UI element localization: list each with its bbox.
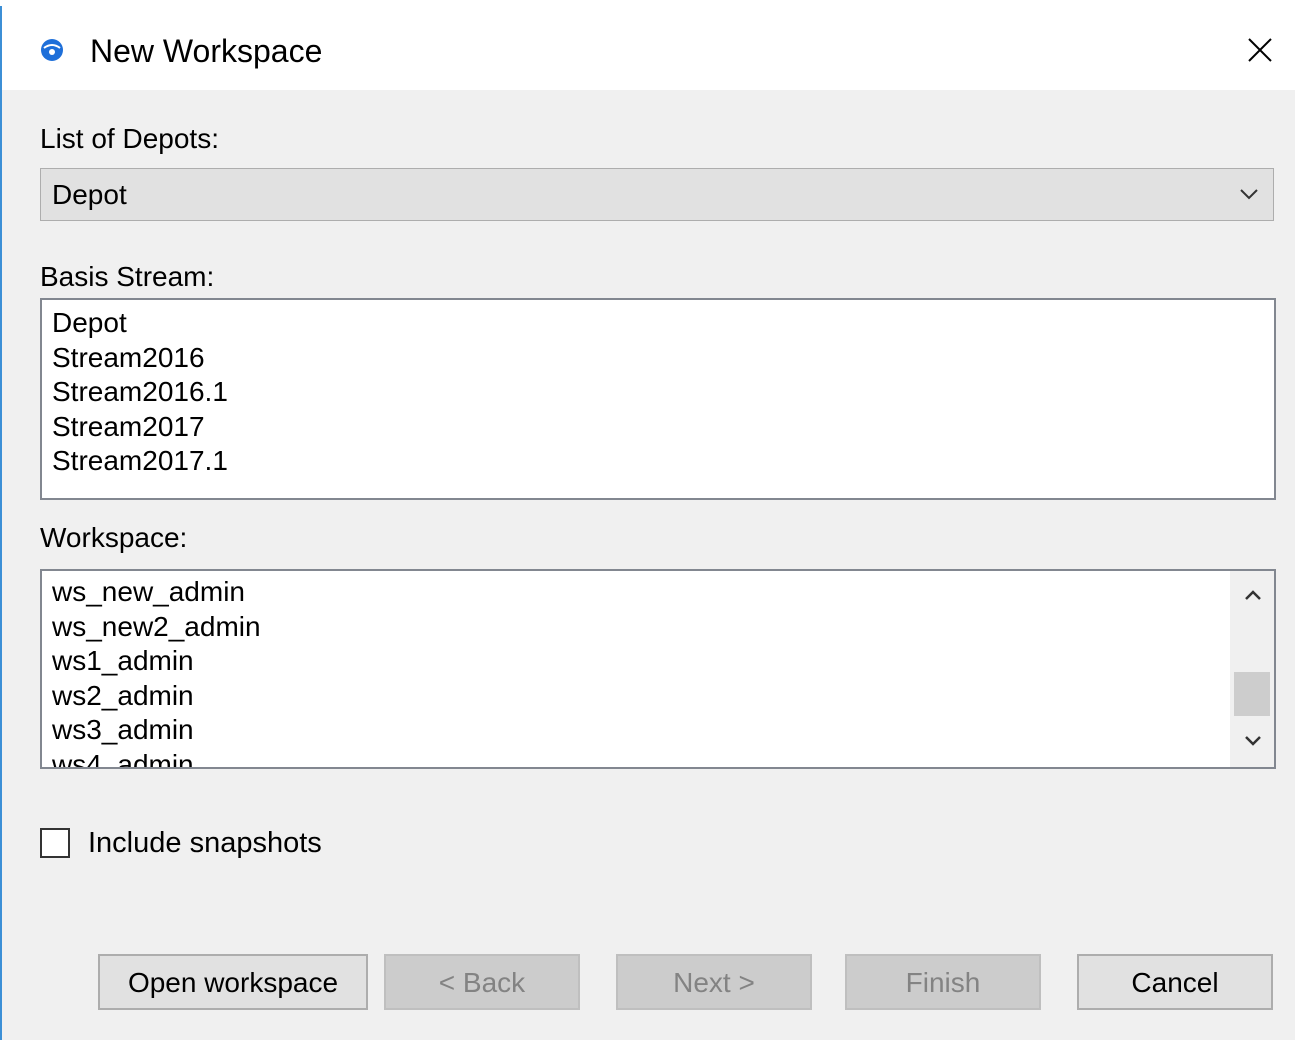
- close-button[interactable]: [1225, 6, 1295, 90]
- list-item[interactable]: ws1_admin: [42, 644, 1228, 679]
- cancel-button[interactable]: Cancel: [1077, 954, 1273, 1010]
- window-title: New Workspace: [90, 33, 323, 69]
- workspace-scrollbar[interactable]: [1230, 571, 1274, 767]
- chevron-down-icon: [1239, 187, 1259, 206]
- basis-stream-list[interactable]: Depot Stream2016 Stream2016.1 Stream2017…: [40, 298, 1276, 500]
- list-item[interactable]: Stream2016: [42, 341, 1274, 376]
- list-item[interactable]: ws_new_admin: [42, 575, 1228, 610]
- depots-dropdown[interactable]: Depot: [40, 168, 1274, 221]
- list-item[interactable]: Stream2017: [42, 410, 1274, 445]
- basis-stream-label: Basis Stream:: [40, 261, 215, 292]
- list-item[interactable]: Stream2017.1: [42, 444, 1274, 479]
- list-item[interactable]: ws4_admin: [42, 748, 1228, 768]
- depots-label: List of Depots:: [40, 123, 219, 154]
- depots-selected-value: Depot: [52, 179, 127, 210]
- list-item[interactable]: ws2_admin: [42, 679, 1228, 714]
- scrollbar-thumb[interactable]: [1234, 672, 1270, 716]
- workspace-label: Workspace:: [40, 522, 188, 553]
- list-item[interactable]: ws_new2_admin: [42, 610, 1228, 645]
- list-item[interactable]: Depot: [42, 306, 1274, 341]
- include-snapshots-label[interactable]: Include snapshots: [88, 826, 322, 860]
- next-button[interactable]: Next >: [616, 954, 812, 1010]
- open-workspace-button[interactable]: Open workspace: [98, 954, 368, 1010]
- finish-button[interactable]: Finish: [845, 954, 1041, 1010]
- list-item[interactable]: ws3_admin: [42, 713, 1228, 748]
- scroll-up-button[interactable]: [1230, 571, 1274, 621]
- workspace-list[interactable]: ws_new_admin ws_new2_admin ws1_admin ws2…: [40, 569, 1276, 769]
- scroll-down-button[interactable]: [1230, 717, 1274, 767]
- app-logo-icon: [40, 38, 64, 62]
- back-button[interactable]: < Back: [384, 954, 580, 1010]
- window-border: [0, 0, 2, 1040]
- title-bar[interactable]: New Workspace: [2, 6, 1295, 90]
- include-snapshots-checkbox[interactable]: [40, 828, 70, 858]
- list-item[interactable]: Stream2016.1: [42, 375, 1274, 410]
